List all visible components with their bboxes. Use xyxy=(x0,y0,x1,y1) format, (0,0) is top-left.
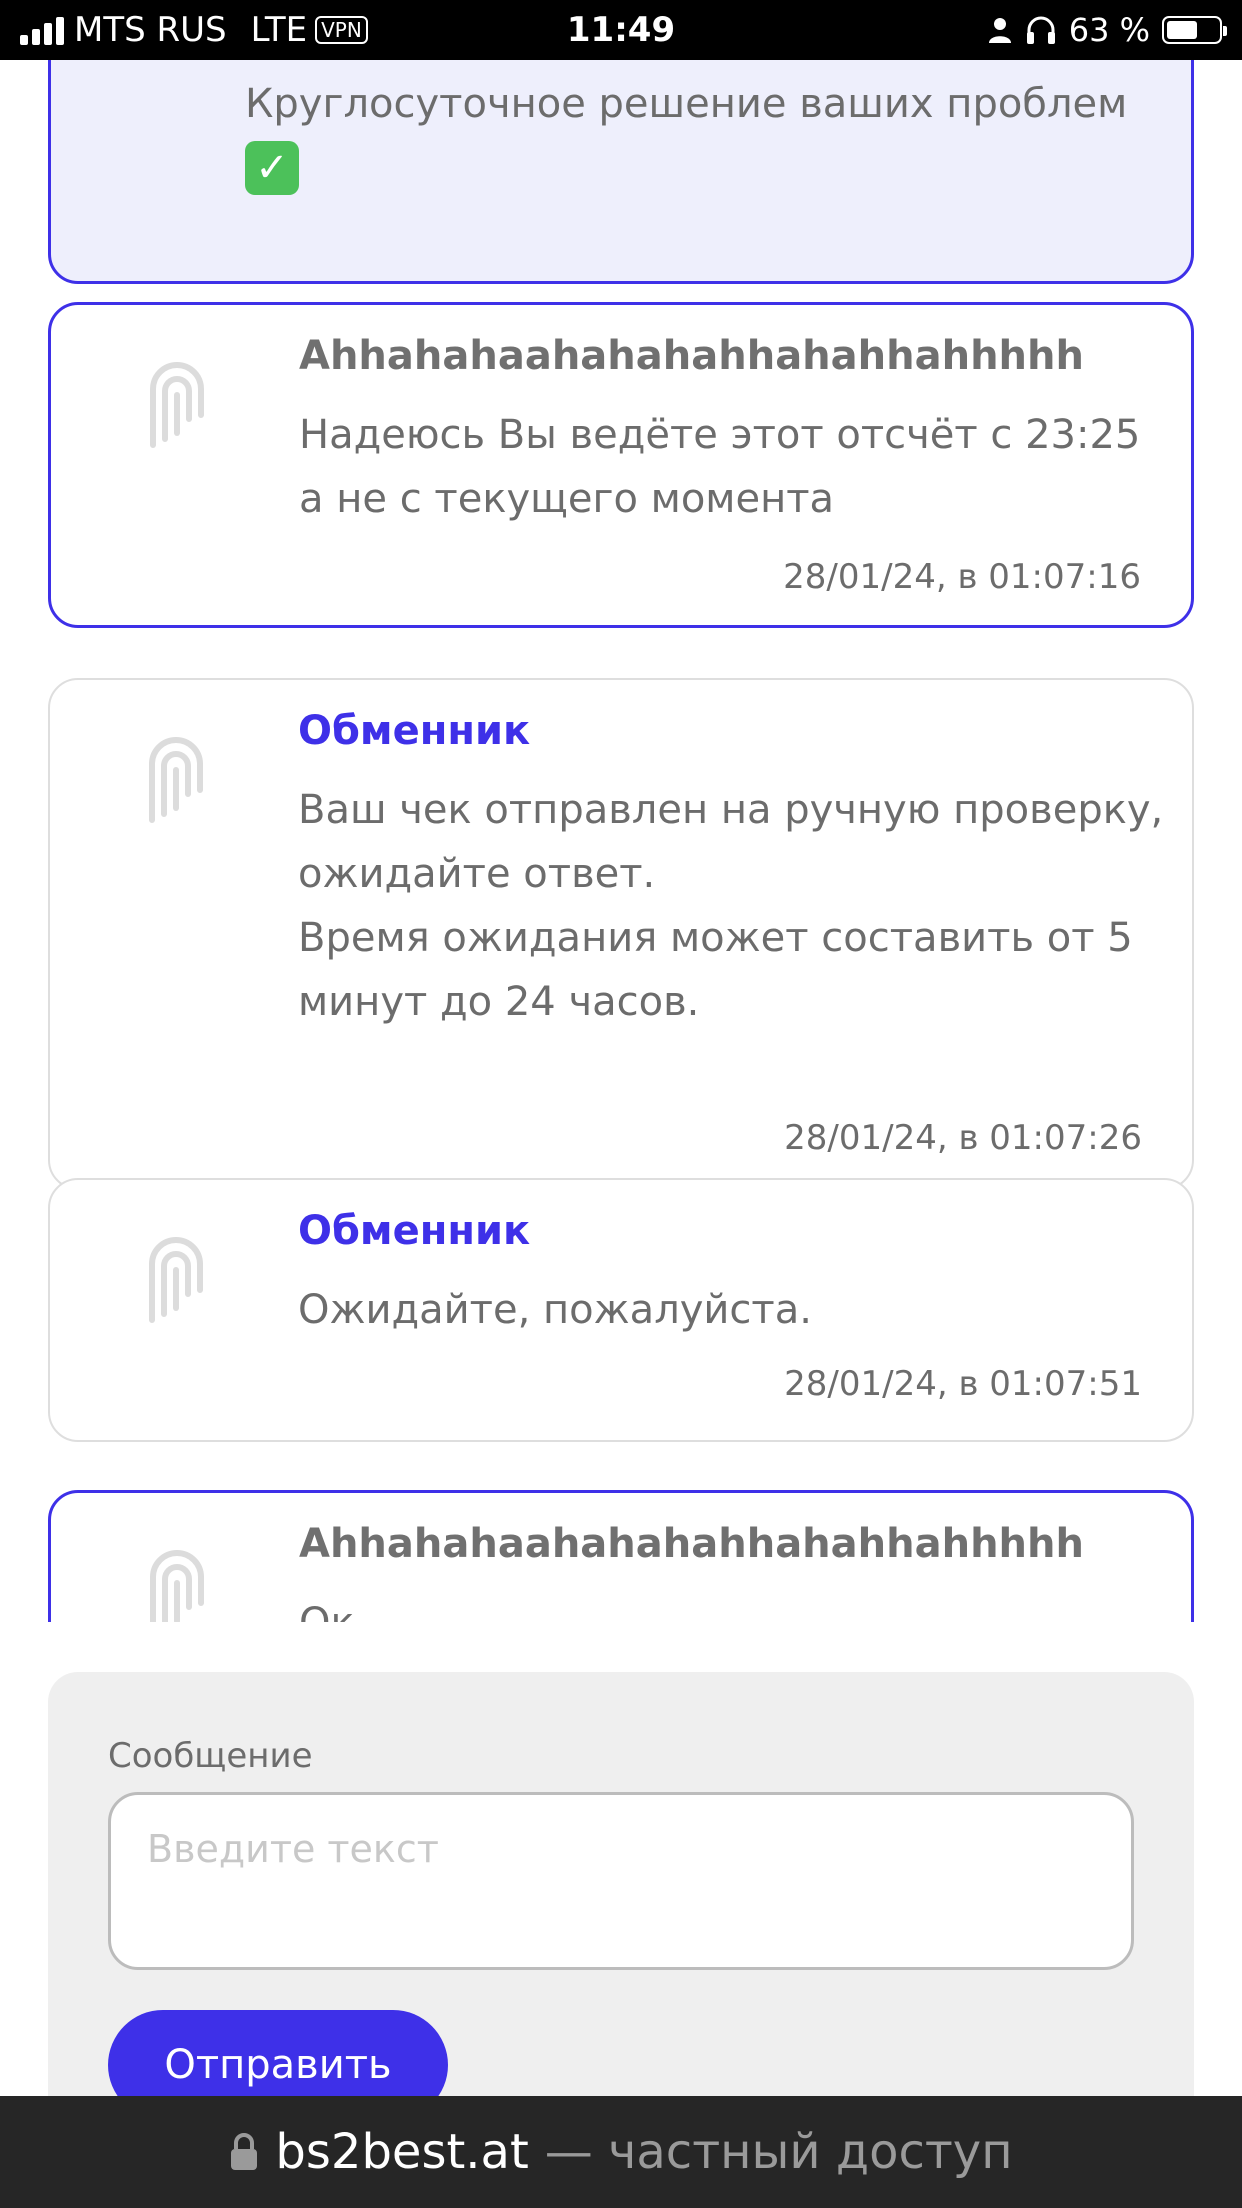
message-author: Ahhahahaahahahahhahahhahhhhh xyxy=(299,333,1084,379)
message-composer: Сообщение Отправить xyxy=(48,1672,1194,2142)
avatar-logo-icon xyxy=(149,1237,203,1323)
browser-url-bar[interactable]: bs2best.at — частный доступ xyxy=(0,2096,1242,2208)
message-timestamp: 28/01/24, в 01:07:26 xyxy=(784,1118,1142,1158)
message-card: Ahhahahaahahahahhahahhahhhhh Надеюсь Вы … xyxy=(48,302,1194,628)
avatar-logo-icon xyxy=(150,1550,204,1622)
message-text: Ваш чек отправлен на ручную проверку, ож… xyxy=(298,787,1164,1025)
avatar-logo-icon xyxy=(149,737,203,823)
battery-percent: 63 % xyxy=(1068,11,1150,49)
message-label: Сообщение xyxy=(108,1736,313,1776)
chat-area[interactable]: Круглосуточное решение ваших проблем ✓ A… xyxy=(0,60,1242,1622)
message-input[interactable] xyxy=(108,1792,1134,1970)
message-timestamp: 28/01/24, в 01:07:16 xyxy=(783,557,1141,597)
avatar-logo-icon xyxy=(150,362,204,448)
person-icon xyxy=(988,18,1011,43)
message-author: Ahhahahaahahahahhahahhahhhhh xyxy=(299,1521,1084,1567)
message-card: Ahhahahaahahahahhahahhahhhhh Ок xyxy=(48,1490,1194,1622)
message-author: Обменник xyxy=(298,1208,531,1254)
announcement-card: Круглосуточное решение ваших проблем ✓ xyxy=(48,60,1194,284)
message-timestamp: 28/01/24, в 01:07:51 xyxy=(784,1364,1142,1404)
message-author: Обменник xyxy=(298,708,531,754)
status-bar: MTS RUS LTE VPN 11:49 63 % xyxy=(0,0,1242,60)
message-text: Ожидайте, пожалуйста. xyxy=(298,1287,812,1333)
announcement-text-block: Круглосуточное решение ваших проблем ✓ xyxy=(245,73,1165,199)
headphones-icon xyxy=(1026,16,1055,44)
lock-icon xyxy=(231,2133,258,2170)
message-text: Ок xyxy=(299,1591,1179,1622)
battery-icon xyxy=(1162,16,1227,44)
message-text: Надеюсь Вы ведёте этот отсчёт с 23:25 а … xyxy=(299,412,1141,522)
url-suffix: — частный доступ xyxy=(544,2124,1013,2180)
status-right: 63 % xyxy=(987,0,1227,60)
message-card: Обменник Ваш чек отправлен на ручную про… xyxy=(48,678,1194,1190)
check-mark-icon: ✓ xyxy=(245,141,299,195)
announcement-text: Круглосуточное решение ваших проблем xyxy=(245,81,1128,127)
battery-fill xyxy=(1167,21,1198,39)
message-card: Обменник Ожидайте, пожалуйста. 28/01/24,… xyxy=(48,1178,1194,1442)
url-domain: bs2best.at xyxy=(275,2124,529,2180)
